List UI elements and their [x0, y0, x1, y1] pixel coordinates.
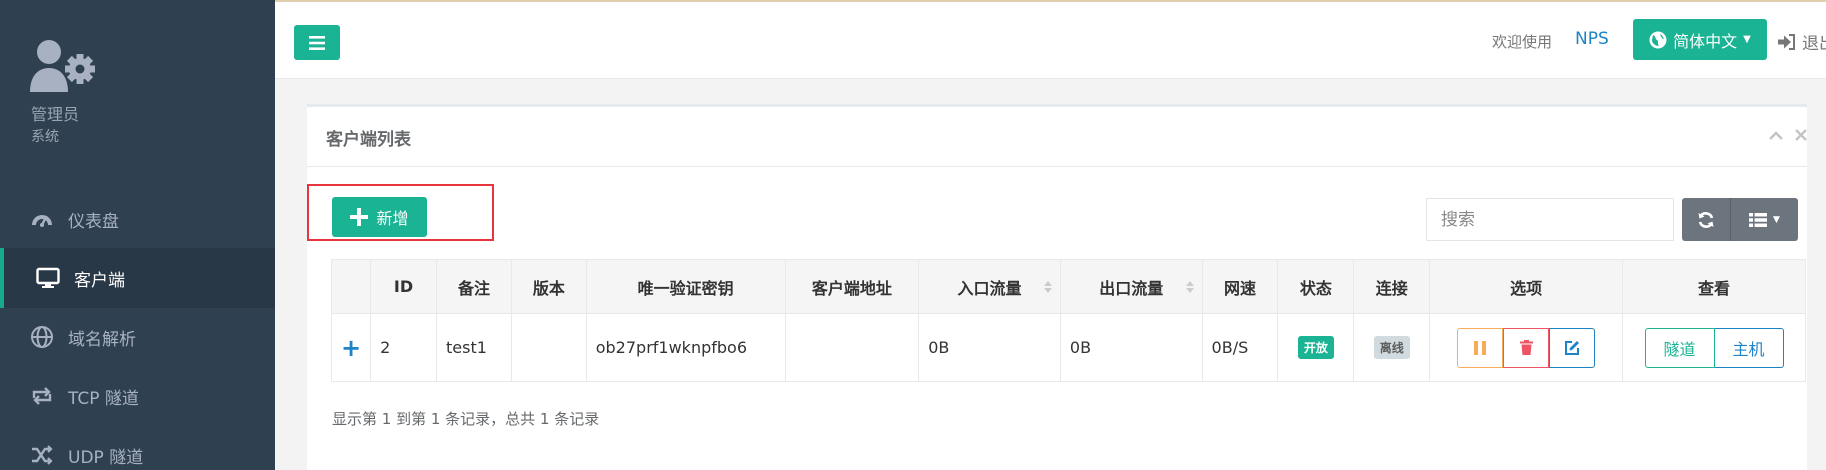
language-dropdown[interactable]: 简体中文 ▼	[1633, 19, 1767, 60]
view-tunnel-button[interactable]: 隧道	[1644, 327, 1715, 368]
column-header-version: 版本	[510, 259, 587, 314]
globe-icon	[31, 326, 53, 348]
sidebar-item-label: 域名解析	[68, 329, 136, 350]
cell-in-flow: 0B	[918, 313, 1061, 382]
client-list-panel: 客户端列表 新增 搜索 ▼ ID 备注 版本 唯一验证密钥 客户端地址 入口流量…	[307, 104, 1807, 470]
status-badge: 开放	[1297, 336, 1334, 359]
cell-remark: test1	[435, 313, 512, 382]
user-profile: 管理员 系统	[30, 38, 100, 145]
clients-table: ID 备注 版本 唯一验证密钥 客户端地址 入口流量 出口流量 网速 状态 连接…	[330, 259, 1806, 382]
view-button-group: 隧道 主机	[1644, 327, 1784, 368]
pause-icon	[1474, 340, 1487, 355]
cell-vkey: ob27prf1wknpfbo6	[585, 313, 786, 382]
cell-view: 隧道 主机	[1622, 313, 1806, 382]
sidebar-item-label: 客户端	[74, 270, 125, 291]
exchange-icon	[32, 387, 52, 405]
welcome-text: 欢迎使用	[1492, 33, 1553, 51]
top-strip	[275, 0, 1826, 2]
column-header-in-flow[interactable]: 入口流量	[918, 259, 1061, 314]
sort-icon	[1043, 280, 1052, 293]
expand-row-icon[interactable]: +	[330, 313, 372, 382]
logout-label: 退出	[1802, 34, 1826, 54]
edit-icon	[1565, 340, 1580, 355]
panel-header: 客户端列表	[307, 107, 1807, 167]
column-header-remark: 备注	[435, 259, 512, 314]
column-header-vkey: 唯一验证密钥	[585, 259, 786, 314]
add-label: 新增	[376, 209, 409, 228]
th-list-icon	[1749, 212, 1768, 227]
brand-link[interactable]: NPS	[1575, 29, 1609, 49]
column-header-expand	[330, 259, 372, 314]
column-header-out-flow[interactable]: 出口流量	[1059, 259, 1203, 314]
sidebar-item-domain[interactable]: 域名解析	[0, 307, 275, 367]
sort-icon	[1185, 280, 1194, 293]
sidebar-item-tcp-tunnel[interactable]: TCP 隧道	[0, 366, 275, 426]
cell-speed: 0B/S	[1201, 313, 1279, 382]
column-header-speed: 网速	[1201, 259, 1279, 314]
cell-status: 开放	[1277, 313, 1355, 382]
column-header-connection: 连接	[1353, 259, 1431, 314]
pagination-info: 显示第 1 到第 1 条记录，总共 1 条记录	[332, 410, 600, 428]
cell-options	[1429, 313, 1624, 382]
delete-button[interactable]	[1503, 327, 1550, 368]
sign-out-icon	[1778, 33, 1795, 50]
table-toolbar: ▼	[1682, 198, 1798, 241]
profile-name: 管理员	[31, 105, 80, 124]
add-client-button[interactable]: 新增	[332, 197, 427, 237]
connection-badge: 离线	[1373, 336, 1410, 359]
sidebar-item-label: UDP 隧道	[68, 447, 144, 468]
chevron-up-icon[interactable]	[1769, 127, 1783, 145]
column-header-label: 入口流量	[957, 278, 1022, 298]
table-row: + 2 test1 ob27prf1wknpfbo6 0B 0B 0B/S 开放…	[330, 313, 1806, 382]
globe-icon	[1649, 31, 1667, 48]
sidebar: 管理员 系统 仪表盘 客户端 域名解析 TCP 隧道 UDP 隧道	[0, 0, 275, 470]
sidebar-item-label: 仪表盘	[68, 211, 119, 232]
column-header-id: ID	[370, 259, 437, 314]
random-icon	[32, 445, 53, 465]
view-host-button[interactable]: 主机	[1714, 327, 1784, 368]
refresh-icon	[1698, 211, 1714, 228]
column-header-view: 查看	[1622, 259, 1806, 314]
cell-connection: 离线	[1353, 313, 1431, 382]
cell-address	[784, 313, 920, 382]
trash-icon	[1519, 340, 1533, 355]
column-header-options: 选项	[1429, 259, 1624, 314]
profile-role: 系统	[31, 129, 59, 145]
refresh-button[interactable]	[1682, 198, 1731, 241]
sidebar-item-clients[interactable]: 客户端	[0, 248, 275, 308]
pause-button[interactable]	[1457, 327, 1504, 368]
column-header-address: 客户端地址	[784, 259, 920, 314]
panel-tools	[1769, 127, 1807, 145]
desktop-icon	[36, 267, 60, 288]
edit-button[interactable]	[1549, 327, 1596, 368]
sidebar-item-udp-tunnel[interactable]: UDP 隧道	[0, 425, 275, 470]
sidebar-item-dashboard[interactable]: 仪表盘	[0, 189, 275, 249]
caret-down-icon: ▼	[1743, 34, 1751, 45]
cell-id: 2	[370, 313, 437, 382]
options-button-group	[1457, 327, 1596, 368]
column-header-label: 出口流量	[1099, 278, 1164, 298]
columns-toggle-button[interactable]: ▼	[1731, 198, 1798, 241]
close-icon[interactable]	[1795, 127, 1807, 145]
top-navbar: 欢迎使用 NPS 简体中文 ▼ 退出	[275, 0, 1826, 79]
dashboard-icon	[32, 215, 52, 227]
panel-title: 客户端列表	[326, 130, 411, 150]
column-header-status: 状态	[1277, 259, 1355, 314]
plus-icon	[350, 208, 369, 226]
sidebar-item-label: TCP 隧道	[68, 388, 139, 409]
table-header-row: ID 备注 版本 唯一验证密钥 客户端地址 入口流量 出口流量 网速 状态 连接…	[330, 259, 1806, 314]
cell-version	[510, 313, 587, 382]
sidebar-toggle-button[interactable]	[294, 25, 340, 60]
caret-down-icon: ▼	[1773, 214, 1780, 225]
logout-link[interactable]: 退出	[1778, 29, 1826, 54]
bars-icon	[309, 35, 325, 50]
language-label: 简体中文	[1673, 31, 1738, 51]
user-gear-icon	[30, 38, 100, 94]
search-input[interactable]	[1426, 198, 1674, 241]
cell-out-flow: 0B	[1059, 313, 1203, 382]
